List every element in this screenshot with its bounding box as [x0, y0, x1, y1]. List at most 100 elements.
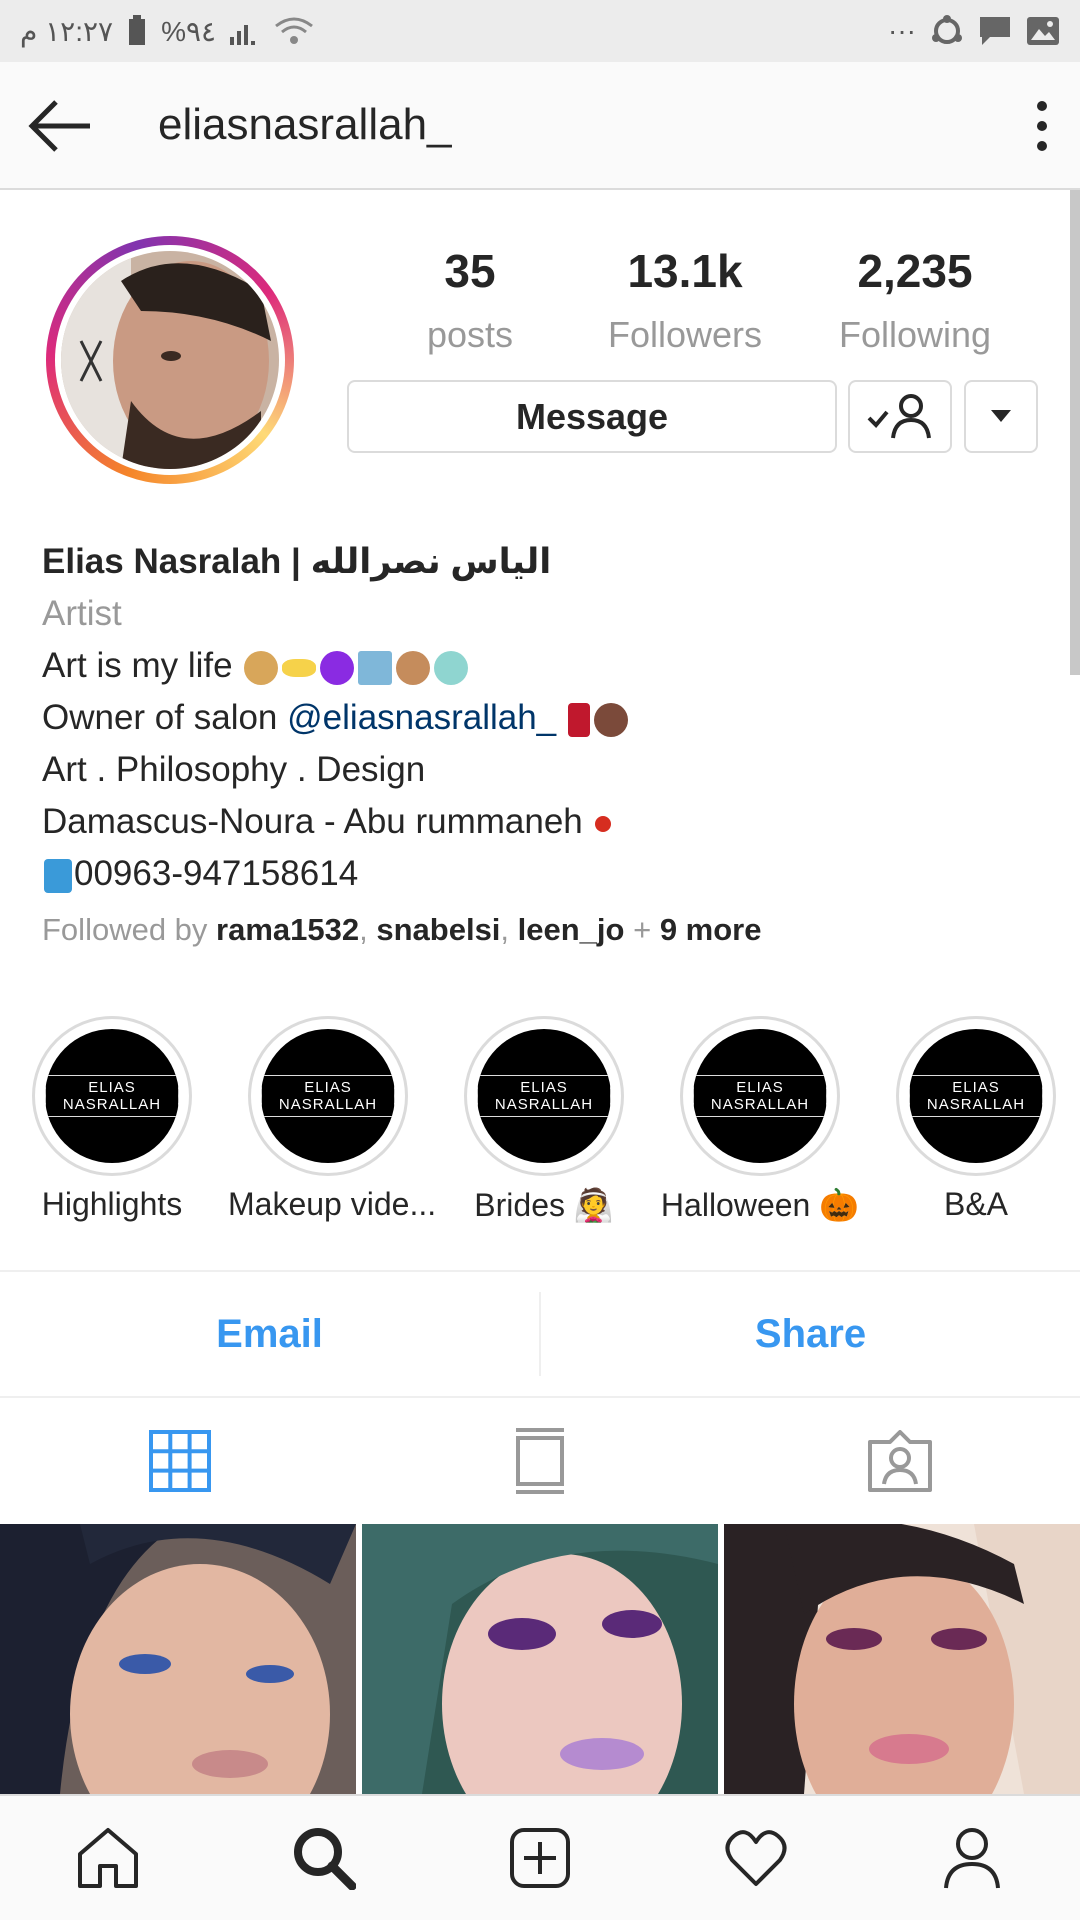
fairy-emoji: [434, 650, 469, 685]
tab-grid[interactable]: [0, 1398, 360, 1524]
nav-new-post[interactable]: [500, 1818, 580, 1898]
story-ring[interactable]: [46, 236, 294, 484]
tab-feed[interactable]: [360, 1398, 720, 1524]
avatar-photo: [61, 251, 279, 469]
followed-by-label: Followed by: [42, 912, 208, 947]
contact-actions: Email Share: [0, 1270, 1080, 1398]
highlight-logo: ELIAS NASRALLAH: [261, 1075, 395, 1117]
highlight-label: Highlights: [41, 1186, 183, 1222]
highlight-label: Makeup vide...: [228, 1186, 437, 1222]
status-right: ···: [888, 14, 1060, 48]
pushpin-emoji: [594, 815, 611, 832]
post-image: [362, 1524, 718, 1794]
followers-count: 13.1k: [627, 245, 743, 297]
salon-mention-link[interactable]: @eliasnasrallah_: [287, 698, 556, 737]
category-label: Artist: [42, 594, 122, 633]
profile-username-title: eliasnasrallah_: [158, 100, 452, 149]
nail-polish-emoji: [593, 702, 628, 737]
grid-icon: [149, 1430, 211, 1492]
nav-activity[interactable]: [716, 1818, 796, 1898]
post-thumbnail[interactable]: [0, 1524, 356, 1794]
post-image: [0, 1524, 356, 1794]
user-check-icon: [867, 393, 931, 438]
post-grid: [0, 1524, 1080, 1794]
highlight-item[interactable]: ELIAS NASRALLAH Highlights: [12, 1016, 212, 1223]
nav-home[interactable]: [68, 1818, 148, 1898]
post-thumbnail[interactable]: [362, 1524, 718, 1794]
highlight-ring: ELIAS NASRALLAH: [680, 1016, 840, 1176]
highlight-item[interactable]: ELIAS NASRALLAH B&A: [876, 1016, 1076, 1223]
feed-icon: [516, 1428, 564, 1494]
heart-icon: [725, 1830, 787, 1886]
highlight-ring: ELIAS NASRALLAH: [32, 1016, 192, 1176]
highlight-item[interactable]: ELIAS NASRALLAH Brides 👰: [444, 1016, 644, 1224]
suggested-dropdown-button[interactable]: [964, 380, 1038, 453]
clock: ١٢:٢٧ م: [20, 15, 114, 47]
profile-tabs: [0, 1398, 1080, 1524]
followed-user-3[interactable]: leen_jo: [518, 912, 625, 947]
profile-bio: Elias Nasralah | الياس نصرالله Artist Ar…: [42, 536, 1042, 956]
profile-icon: [944, 1828, 1000, 1889]
phone-number[interactable]: 00963-947158614: [74, 854, 358, 893]
tab-tagged[interactable]: [720, 1398, 1080, 1524]
halo-emoji: [282, 658, 317, 677]
bio-line-2-text: Owner of salon: [42, 698, 278, 737]
profile-stats: 35 posts 13.1k Followers 2,235 Following: [370, 244, 1030, 356]
battery-icon: [129, 15, 146, 45]
back-arrow-icon[interactable]: [28, 96, 94, 156]
share-button[interactable]: Share: [539, 1292, 1080, 1376]
highlight-item[interactable]: ELIAS NASRALLAH Halloween 🎃: [660, 1016, 860, 1224]
chevron-down-icon: [991, 409, 1011, 422]
signal-icon: [230, 25, 256, 45]
post-thumbnail[interactable]: [724, 1524, 1080, 1794]
followed-user-2[interactable]: snabelsi: [376, 912, 500, 947]
more-options-icon[interactable]: [1026, 98, 1058, 154]
palette-emoji: [244, 650, 279, 685]
bio-line-1-text: Art is my life: [42, 646, 233, 685]
post-image: [724, 1524, 1080, 1794]
scrollbar[interactable]: [1070, 190, 1080, 675]
full-name: Elias Nasralah | الياس نصرالله: [42, 542, 552, 581]
followers-label: Followers: [607, 314, 763, 355]
nav-profile[interactable]: [932, 1818, 1012, 1898]
highlight-logo: ELIAS NASRALLAH: [693, 1075, 827, 1117]
framed-picture-emoji: [358, 650, 393, 685]
following-count: 2,235: [857, 245, 973, 297]
highlight-cover: ELIAS NASRALLAH: [909, 1029, 1043, 1163]
lipstick-emoji: [567, 702, 590, 737]
bio-line-4-text: Damascus-Noura - Abu rummaneh: [42, 802, 583, 841]
nav-search[interactable]: [284, 1818, 364, 1898]
highlight-logo: ELIAS NASRALLAH: [45, 1075, 179, 1117]
followed-by[interactable]: Followed by rama1532, snabelsi, leen_jo …: [42, 904, 1042, 956]
artist-emoji: [396, 650, 431, 685]
followed-more[interactable]: 9 more: [660, 912, 762, 947]
wifi-icon: [275, 17, 313, 44]
email-button[interactable]: Email: [0, 1272, 539, 1396]
bio-line-2: Owner of salon @eliasnasrallah_: [42, 692, 1042, 744]
bio-line-3: Art . Philosophy . Design: [42, 750, 426, 789]
avatar[interactable]: [61, 251, 279, 469]
bio-line-1: Art is my life: [42, 640, 1042, 692]
highlight-cover: ELIAS NASRALLAH: [261, 1029, 395, 1163]
profile-header: eliasnasrallah_: [0, 62, 1080, 190]
following-button[interactable]: [848, 380, 952, 453]
posts-label: posts: [426, 314, 514, 355]
battery-percent: %٩٤: [161, 15, 217, 47]
image-icon: [1027, 17, 1059, 45]
message-button[interactable]: Message: [347, 380, 837, 453]
posts-stat[interactable]: 35 posts: [370, 244, 570, 356]
following-stat[interactable]: 2,235 Following: [800, 244, 1030, 356]
home-icon: [78, 1828, 138, 1888]
avatar-frame: [55, 245, 285, 475]
followed-user-1[interactable]: rama1532: [216, 912, 359, 947]
highlight-ring: ELIAS NASRALLAH: [464, 1016, 624, 1176]
highlight-label: B&A: [943, 1186, 1009, 1222]
crystal-ball-emoji: [320, 650, 355, 685]
bottom-navigation: [0, 1794, 1080, 1920]
highlight-cover: ELIAS NASRALLAH: [693, 1029, 827, 1163]
followers-stat[interactable]: 13.1k Followers: [570, 244, 800, 356]
story-highlights: ELIAS NASRALLAH Highlights ELIAS NASRALL…: [0, 1016, 1080, 1236]
highlight-ring: ELIAS NASRALLAH: [896, 1016, 1056, 1176]
highlight-item[interactable]: ELIAS NASRALLAH Makeup vide...: [228, 1016, 437, 1223]
highlight-cover: ELIAS NASRALLAH: [45, 1029, 179, 1163]
